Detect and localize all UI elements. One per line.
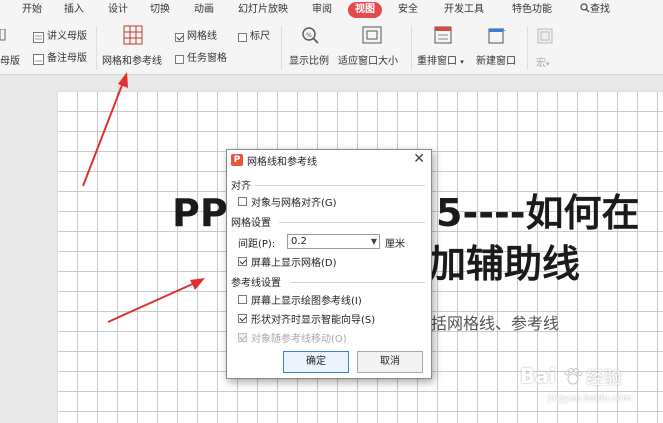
grid-and-guides-button[interactable]: 网格和参考线 — [102, 52, 162, 67]
menu-home[interactable]: 开始 — [18, 2, 46, 18]
spacing-row: 间距(P): 0.2 ▼ 厘米 — [238, 234, 405, 250]
baidu-watermark: Bai 经验 jingyan.baidu.com — [520, 360, 660, 420]
snap-to-grid-checkbox[interactable]: 对象与网格对齐(G) — [238, 194, 337, 209]
spacing-value: 0.2 — [291, 236, 307, 247]
ok-button[interactable]: 确定 — [283, 351, 349, 373]
close-icon[interactable]: ✕ — [413, 151, 425, 167]
show-drawing-guides-label: 屏幕上显示绘图参考线(I) — [251, 295, 362, 307]
zoom-button[interactable]: 显示比例 — [289, 52, 329, 67]
ribbon-divider — [527, 26, 528, 70]
ribbon-divider — [411, 26, 412, 70]
notes-master-label: 备注母版 — [47, 53, 87, 64]
task-pane-checkbox[interactable]: 任务窗格 — [175, 52, 227, 66]
menu-view[interactable]: 视图 — [348, 2, 382, 18]
master-icon — [0, 28, 6, 44]
gridlines-label: 网格线 — [187, 31, 217, 42]
menu-security[interactable]: 安全 — [394, 2, 422, 18]
macro-label: 宏 — [536, 58, 546, 69]
svg-text:+: + — [500, 26, 506, 35]
snap-check-icon — [238, 196, 247, 206]
menu-bar: 开始 插入 设计 切换 动画 幻灯片放映 审阅 视图 安全 开发工具 特色功能 … — [0, 0, 663, 20]
watermark-url: jingyan.baidu.com — [548, 394, 632, 404]
show-drawing-guides-checkbox[interactable]: 屏幕上显示绘图参考线(I) — [238, 292, 362, 307]
menu-insert[interactable]: 插入 — [60, 2, 88, 18]
section-grid-label: 网格设置 — [231, 218, 271, 229]
watermark-jingyan: 经验 — [586, 368, 622, 389]
ruler-label: 标尺 — [250, 31, 270, 42]
notes-master-button[interactable]: 备注母版 — [33, 52, 87, 66]
zoom-icon[interactable]: % — [301, 26, 319, 47]
gridlines-check-icon — [175, 32, 184, 42]
handout-icon — [33, 31, 44, 43]
arrange-window-button[interactable]: 重排窗口 ▾ — [417, 52, 464, 67]
grid-icon[interactable] — [123, 25, 143, 48]
smart-guides-checkbox[interactable]: 形状对齐时显示智能向导(S) — [238, 311, 376, 326]
paw-icon — [564, 368, 582, 385]
chevron-down-icon[interactable]: ▼ — [371, 235, 377, 248]
menu-special[interactable]: 特色功能 — [508, 2, 556, 18]
dialog-titlebar[interactable]: P 网格线和参考线 ✕ — [227, 150, 431, 170]
menu-review[interactable]: 审阅 — [308, 2, 336, 18]
spacing-label: 间距(P): — [238, 238, 276, 250]
handout-master-button[interactable]: 讲义母版 — [33, 30, 87, 44]
macro-button[interactable]: 宏▾ — [536, 54, 550, 69]
smart-guides-label: 形状对齐时显示智能向导(S) — [251, 314, 376, 326]
menu-slideshow[interactable]: 幻灯片放映 — [234, 2, 292, 18]
slide-title-line1-left: PP — [172, 191, 228, 235]
slide-title-line1-right: 5----如何在 — [436, 191, 640, 235]
menu-design[interactable]: 设计 — [104, 2, 132, 18]
dialog-title: 网格线和参考线 — [247, 157, 317, 168]
search-label: 查找 — [590, 4, 610, 15]
search-button[interactable]: 查找 — [576, 2, 614, 18]
ruler-checkbox[interactable]: 标尺 — [238, 30, 270, 44]
new-window-button[interactable]: 新建窗口 — [476, 52, 516, 67]
menu-developer[interactable]: 开发工具 — [440, 2, 488, 18]
watermark-bai: Bai — [520, 364, 556, 388]
arrange-window-icon[interactable] — [434, 26, 452, 47]
snap-to-grid-label: 对象与网格对齐(G) — [251, 197, 337, 209]
dropdown-arrow-icon: ▾ — [546, 60, 550, 68]
slide-subtitle: 括网格线、参考线 — [431, 314, 560, 333]
dropdown-arrow-icon: ▾ — [460, 58, 464, 66]
menu-animation[interactable]: 动画 — [190, 2, 218, 18]
move-with-guides-label: 对象随参考线移动(O) — [251, 333, 347, 345]
show-grid-checkbox[interactable]: 屏幕上显示网格(D) — [238, 254, 337, 269]
spacing-unit: 厘米 — [385, 239, 405, 250]
fit-window-icon[interactable] — [362, 26, 382, 47]
svg-text:%: % — [306, 32, 312, 39]
drawing-guides-check-icon — [238, 294, 247, 304]
section-guides-label: 参考线设置 — [231, 278, 281, 289]
ribbon-toolbar: 母版 讲义母版 备注母版 网格和参考线 网格线 标尺 任务窗格 % 显示比例 适… — [0, 20, 663, 75]
grid-guides-dialog: P 网格线和参考线 ✕ 对齐 对象与网格对齐(G) 网格设置 间距(P): 0.… — [226, 149, 432, 379]
notes-icon — [33, 53, 44, 65]
gridlines-checkbox[interactable]: 网格线 — [175, 30, 217, 44]
new-window-icon[interactable]: + — [488, 26, 507, 47]
section-divider — [291, 282, 425, 283]
macro-icon[interactable] — [537, 28, 553, 47]
smart-guides-check-icon — [238, 313, 247, 323]
handout-master-label: 讲义母版 — [47, 31, 87, 42]
move-guides-check-icon — [238, 332, 247, 342]
task-pane-check-icon — [175, 54, 184, 64]
spacing-select[interactable]: 0.2 ▼ — [287, 234, 380, 249]
section-divider — [255, 185, 425, 186]
search-icon — [580, 3, 590, 13]
ribbon-divider — [281, 26, 282, 70]
slide-title-line2: 加辅助线 — [428, 242, 581, 286]
arrange-window-label: 重排窗口 — [417, 56, 457, 67]
master-button[interactable]: 母版 — [0, 52, 20, 67]
fit-window-button[interactable]: 适应窗口大小 — [338, 52, 398, 67]
move-with-guides-checkbox: 对象随参考线移动(O) — [238, 330, 347, 345]
ruler-check-icon — [238, 32, 247, 42]
section-divider — [279, 222, 425, 223]
ribbon-divider — [96, 26, 97, 70]
wps-logo-icon: P — [231, 154, 243, 166]
show-grid-check-icon — [238, 256, 247, 266]
menu-transition[interactable]: 切换 — [146, 2, 174, 18]
cancel-button[interactable]: 取消 — [357, 351, 423, 373]
show-grid-label: 屏幕上显示网格(D) — [251, 257, 337, 269]
task-pane-label: 任务窗格 — [187, 53, 227, 64]
section-align-label: 对齐 — [231, 181, 251, 192]
